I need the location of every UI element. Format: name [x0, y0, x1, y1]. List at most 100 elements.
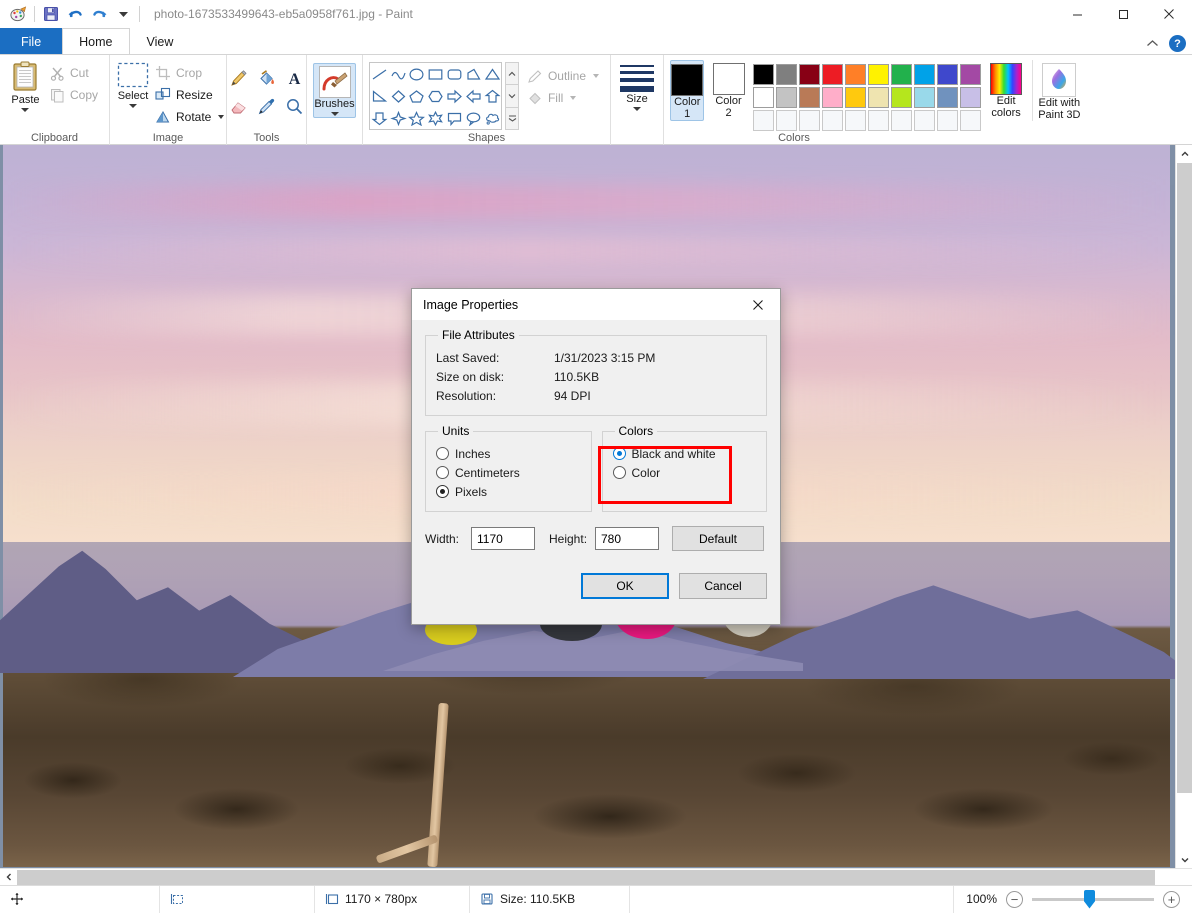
palette-swatch-r3-c5[interactable]	[845, 110, 866, 131]
resize-button[interactable]: Resize	[150, 84, 229, 106]
eraser-tool[interactable]	[226, 93, 252, 119]
brushes-dropdown-icon[interactable]	[331, 112, 339, 116]
radio-centimeters[interactable]: Centimeters	[436, 463, 581, 482]
palette-swatch-r3-c10[interactable]	[960, 110, 981, 131]
radio-pixels[interactable]: Pixels	[436, 482, 581, 501]
palette-swatch-r2-c9[interactable]	[937, 87, 958, 108]
palette-swatch-r2-c4[interactable]	[822, 87, 843, 108]
fill-button[interactable]: Fill	[522, 87, 604, 109]
palette-swatch-r1-c8[interactable]	[914, 64, 935, 85]
palette-swatch-r2-c2[interactable]	[776, 87, 797, 108]
scroll-up-icon[interactable]	[1176, 145, 1192, 162]
shape-right-triangle[interactable]	[370, 85, 389, 107]
customize-qat-icon[interactable]	[111, 3, 135, 25]
palette-swatch-r3-c6[interactable]	[868, 110, 889, 131]
select-button[interactable]: Select	[116, 59, 150, 108]
color-picker-tool[interactable]	[254, 93, 280, 119]
radio-black-and-white[interactable]: Black and white	[613, 444, 757, 463]
shape-six-point-star[interactable]	[426, 107, 445, 129]
radio-inches-indicator[interactable]	[436, 447, 449, 460]
radio-black-and-white-indicator[interactable]	[613, 447, 626, 460]
rotate-dropdown-icon[interactable]	[218, 115, 224, 119]
horizontal-scroll-thumb[interactable]	[17, 870, 1155, 885]
undo-icon[interactable]	[63, 3, 87, 25]
rotate-button[interactable]: Rotate	[150, 106, 229, 128]
palette-swatch-r1-c7[interactable]	[891, 64, 912, 85]
palette-swatch-r1-c4[interactable]	[822, 64, 843, 85]
shape-pentagon[interactable]	[408, 85, 427, 107]
shape-cloud-callout[interactable]	[483, 107, 502, 129]
dialog-close-button[interactable]	[736, 290, 780, 320]
palette-swatch-r2-c1[interactable]	[753, 87, 774, 108]
palette-swatch-r1-c10[interactable]	[960, 64, 981, 85]
maximize-button[interactable]	[1100, 0, 1146, 28]
tab-view[interactable]: View	[130, 28, 191, 54]
paste-dropdown-icon[interactable]	[21, 108, 29, 112]
shape-line[interactable]	[370, 63, 389, 85]
edit-with-paint-3d-button[interactable]: Edit with Paint 3D	[1032, 60, 1086, 121]
palette-swatch-r1-c1[interactable]	[753, 64, 774, 85]
size-dropdown-icon[interactable]	[633, 107, 641, 111]
shapes-scroll-up-icon[interactable]	[505, 62, 519, 85]
text-tool[interactable]: A	[282, 65, 308, 91]
zoom-slider-thumb[interactable]	[1084, 890, 1095, 909]
palette-swatch-r1-c2[interactable]	[776, 64, 797, 85]
palette-swatch-r2-c5[interactable]	[845, 87, 866, 108]
shape-four-point-star[interactable]	[389, 107, 408, 129]
radio-color[interactable]: Color	[613, 463, 757, 482]
shape-down-arrow[interactable]	[370, 107, 389, 129]
edit-colors-button[interactable]: Edit colors	[988, 60, 1025, 119]
scroll-left-icon[interactable]	[0, 869, 17, 886]
ok-button[interactable]: OK	[581, 573, 669, 599]
palette-swatch-r3-c1[interactable]	[753, 110, 774, 131]
redo-icon[interactable]	[87, 3, 111, 25]
shape-five-point-star[interactable]	[408, 107, 427, 129]
help-icon[interactable]: ?	[1169, 35, 1186, 52]
close-button[interactable]	[1146, 0, 1192, 28]
palette-swatch-r3-c3[interactable]	[799, 110, 820, 131]
tab-file[interactable]: File	[0, 28, 62, 54]
palette-swatch-r1-c3[interactable]	[799, 64, 820, 85]
shape-right-arrow[interactable]	[445, 85, 464, 107]
shape-curve[interactable]	[389, 63, 408, 85]
height-input[interactable]	[595, 527, 659, 550]
palette-swatch-r3-c2[interactable]	[776, 110, 797, 131]
brushes-button[interactable]: Brushes	[313, 63, 356, 118]
save-icon[interactable]	[39, 3, 63, 25]
tab-home[interactable]: Home	[62, 28, 129, 54]
shapes-expand-icon[interactable]	[505, 108, 519, 130]
zoom-out-button[interactable]: −	[1006, 891, 1023, 908]
minimize-button[interactable]	[1054, 0, 1100, 28]
shape-triangle[interactable]	[483, 63, 502, 85]
fill-dropdown-icon[interactable]	[570, 96, 576, 100]
cut-button[interactable]: Cut	[45, 62, 103, 84]
radio-pixels-indicator[interactable]	[436, 485, 449, 498]
palette-swatch-r3-c4[interactable]	[822, 110, 843, 131]
crop-button[interactable]: Crop	[150, 62, 229, 84]
shape-polygon[interactable]	[464, 63, 483, 85]
shape-rounded-callout[interactable]	[445, 107, 464, 129]
width-input[interactable]	[471, 527, 535, 550]
palette-swatch-r2-c3[interactable]	[799, 87, 820, 108]
zoom-slider[interactable]	[1032, 898, 1154, 901]
palette-swatch-r2-c7[interactable]	[891, 87, 912, 108]
fill-with-color-tool[interactable]	[254, 65, 280, 91]
shape-rounded-rectangle[interactable]	[445, 63, 464, 85]
shape-diamond[interactable]	[389, 85, 408, 107]
horizontal-scrollbar[interactable]	[0, 868, 1192, 885]
vertical-scroll-thumb[interactable]	[1177, 163, 1192, 793]
shape-oval-callout[interactable]	[464, 107, 483, 129]
outline-dropdown-icon[interactable]	[593, 74, 599, 78]
palette-swatch-r1-c5[interactable]	[845, 64, 866, 85]
palette-swatch-r1-c9[interactable]	[937, 64, 958, 85]
size-button[interactable]: Size	[616, 59, 658, 111]
shape-left-arrow[interactable]	[464, 85, 483, 107]
radio-color-indicator[interactable]	[613, 466, 626, 479]
palette-swatch-r2-c6[interactable]	[868, 87, 889, 108]
palette-swatch-r2-c8[interactable]	[914, 87, 935, 108]
magnifier-tool[interactable]	[282, 93, 308, 119]
shape-oval[interactable]	[408, 63, 427, 85]
shapes-scroll-down-icon[interactable]	[505, 85, 519, 107]
palette-swatch-r2-c10[interactable]	[960, 87, 981, 108]
color-2-button[interactable]: Color 2	[711, 60, 745, 119]
